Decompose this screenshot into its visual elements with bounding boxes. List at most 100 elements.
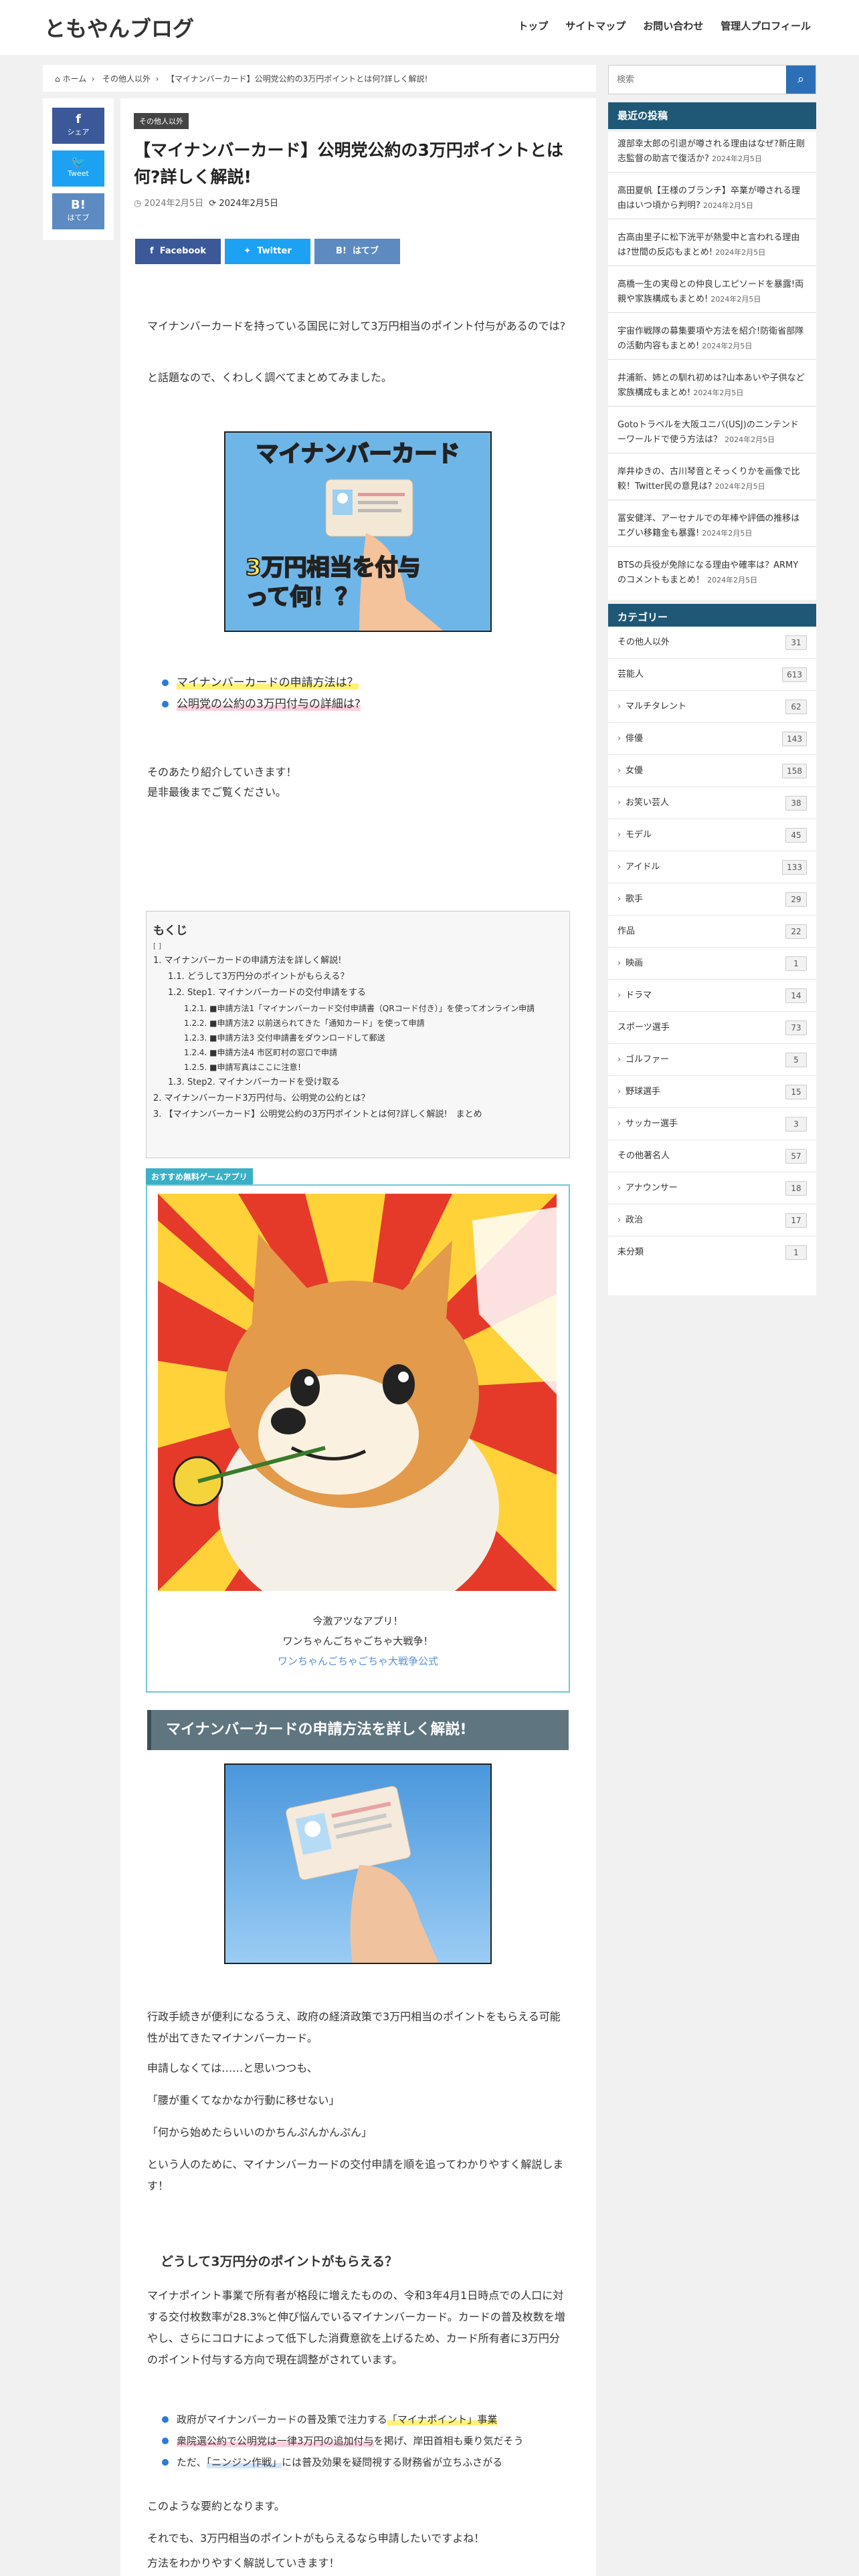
- category-label[interactable]: その他人以外: [134, 113, 189, 129]
- category-name: 未分類: [617, 1247, 644, 1257]
- category-item[interactable]: 政治 17: [608, 1204, 816, 1237]
- category-item[interactable]: 作品 22: [608, 916, 816, 948]
- site-title[interactable]: ともやんブログ: [44, 12, 194, 43]
- body-paragraph-2: 申請しなくては……と思いつつも、: [147, 2062, 318, 2074]
- facebook-button[interactable]: f Facebook: [135, 239, 221, 264]
- recent-post[interactable]: 岸井ゆきの、古川琴音とそっくりかを画像で比較！Twitter民の意見は? 202…: [608, 459, 816, 500]
- share-column: f シェア 🐦 Tweet B! はてブ: [43, 98, 114, 240]
- recent-post[interactable]: Gotoトラベルを大阪ユニバ(USJ)のニンテンドーワールドで使う方法は？ 20…: [608, 413, 816, 453]
- category-name: ドラマ: [626, 990, 652, 1000]
- toc-item[interactable]: 1.2.1. ■申請方法1「マイナンバーカード交付申請書（QRコード付き）」を使…: [153, 1001, 563, 1016]
- recent-post-date: 2024年2月5日: [702, 342, 753, 350]
- breadcrumb-home[interactable]: ホーム: [62, 74, 86, 84]
- recent-post-title: 岸井ゆきの、古川琴音とそっくりかを画像で比較！Twitter民の意見は?: [617, 467, 800, 492]
- category-item[interactable]: スポーツ選手 73: [608, 1012, 816, 1044]
- category-name: アイドル: [626, 862, 660, 872]
- toc-list: 1. マイナンバーカードの申請方法を詳しく解説! 1.1. どうして3万円分のポ…: [153, 953, 563, 1123]
- nav-top[interactable]: トップ: [518, 19, 548, 33]
- hatena-icon: B!: [71, 198, 86, 212]
- category-count: 38: [785, 796, 807, 811]
- recent-post[interactable]: 高橋一生の実母との仲良しエピソードを暴露!両親や家族構成もまとめ! 2024年2…: [608, 272, 816, 313]
- hatena-icon: B!: [336, 246, 353, 256]
- category-item[interactable]: 未分類 1: [608, 1237, 816, 1269]
- category-count: 14: [785, 988, 807, 1003]
- chevron-right-icon: ›: [88, 74, 100, 84]
- category-item[interactable]: サッカー選手 3: [608, 1108, 816, 1140]
- toc-item[interactable]: 2. マイナンバーカード3万円付与、公明党の公約とは？: [153, 1091, 563, 1107]
- share-label: シェア: [67, 128, 90, 136]
- recent-post[interactable]: 宇宙作戦隊の募集要項や方法を紹介!防衛省部隊の活動内容もまとめ! 2024年2月…: [608, 319, 816, 360]
- category-item[interactable]: 歌手 29: [608, 883, 816, 916]
- toc-item[interactable]: 1.2.3. ■申請方法3 交付申請書をダウンロードして郵送: [153, 1031, 563, 1045]
- category-item[interactable]: 野球選手 15: [608, 1076, 816, 1108]
- category-item[interactable]: お笑い芸人 38: [608, 787, 816, 819]
- nav-sitemap[interactable]: サイトマップ: [565, 19, 626, 33]
- list-highlight: 「ニンジン作戦」: [206, 2456, 282, 2468]
- body-paragraph-8: それでも、3万円相当のポイントがもらえるなら申請したいですよね！: [147, 2532, 485, 2545]
- intro-paragraph-1: マイナンバーカードを持っている国民に対して3万円相当のポイント付与があるのでは?: [147, 320, 566, 332]
- share-label: Tweet: [68, 169, 89, 178]
- search-icon: ⌕: [797, 72, 805, 86]
- breadcrumb: ⌂ ホーム › その他人以外 › 【マイナンバーカード】公明党公約の3万円ポイン…: [43, 65, 596, 92]
- subsection-heading: どうして3万円分のポイントがもらえる？: [161, 2254, 398, 2269]
- category-count: 133: [782, 860, 807, 875]
- nav-contact[interactable]: お問い合わせ: [643, 19, 703, 33]
- toc-item[interactable]: 1.2.4. ■申請方法4 市区町村の窓口で申請: [153, 1045, 563, 1060]
- recent-posts: 渡部幸太郎の引退が噂される理由はなぜ?新庄剛志監督の助言で復活か? 2024年2…: [608, 132, 816, 600]
- toc-item[interactable]: 1.2.2. ■申請方法2 以前送られてきた「通知カード」を使って申請: [153, 1016, 563, 1031]
- site-header: ともやんブログ トップ サイトマップ お問い合わせ 管理人プロフィール: [0, 0, 859, 55]
- share-label: はてブ: [67, 213, 90, 222]
- category-item[interactable]: モデル 45: [608, 819, 816, 851]
- category-name: その他著名人: [617, 1151, 670, 1161]
- twitter-button[interactable]: ✦ Twitter: [225, 239, 310, 264]
- updated-date: 2024年2月5日: [219, 199, 279, 209]
- recent-post[interactable]: 高田夏帆【王様のブランチ】卒業が噂される理由はいつ頃から判明? 2024年2月5…: [608, 179, 816, 219]
- toc-title: もくじ: [153, 924, 187, 938]
- recent-post[interactable]: 冨安健洋、アーセナルでの年棒や評価の推移はエグい移籍金も暴露! 2024年2月5…: [608, 506, 816, 547]
- toc-item[interactable]: 1. マイナンバーカードの申請方法を詳しく解説!: [153, 953, 563, 969]
- bullet-text: マイナンバーカードの申請方法は？: [177, 676, 359, 689]
- recent-post-title: 渡部幸太郎の引退が噂される理由はなぜ?新庄剛志監督の助言で復活か?: [617, 139, 805, 164]
- category-count: 1: [785, 1245, 807, 1260]
- hatena-button[interactable]: B! はてブ: [314, 239, 400, 264]
- category-item[interactable]: その他著名人 57: [608, 1140, 816, 1172]
- category-name: スポーツ選手: [617, 1023, 670, 1033]
- category-item[interactable]: マルチタレント 62: [608, 691, 816, 723]
- game-ad-image[interactable]: [158, 1194, 557, 1591]
- hatena-share-button[interactable]: B! はてブ: [52, 193, 104, 229]
- game-ad-line-2: ワンちゃんごちゃごちゃ大戦争！: [282, 1635, 434, 1647]
- twitter-share-button[interactable]: 🐦 Tweet: [52, 150, 104, 187]
- search-input[interactable]: [609, 66, 786, 94]
- toc-item[interactable]: 1.1. どうして3万円分のポイントがもらえる？: [153, 969, 563, 985]
- category-item[interactable]: 女優 158: [608, 755, 816, 787]
- bullet-list: マイナンバーカードの申請方法は？ 公明党の公約の3万円付与の詳細は?: [162, 672, 563, 715]
- recent-post[interactable]: BTSの兵役が免除になる理由や確率は？ARMYのコメントもまとめ！ 2024年2…: [608, 553, 816, 593]
- facebook-share-button[interactable]: f シェア: [52, 108, 104, 144]
- recent-post-title: 古高由里子に松下洸平が熱愛中と言われる理由は?世間の反応もまとめ!: [617, 233, 800, 257]
- category-item[interactable]: 俳優 143: [608, 723, 816, 755]
- category-name: マルチタレント: [626, 702, 687, 712]
- category-count: 57: [785, 1149, 807, 1164]
- recent-post[interactable]: 渡部幸太郎の引退が噂される理由はなぜ?新庄剛志監督の助言で復活か? 2024年2…: [608, 132, 816, 173]
- category-item[interactable]: ドラマ 14: [608, 980, 816, 1012]
- toc-toggle[interactable]: [ ]: [153, 942, 563, 950]
- search-button[interactable]: ⌕: [786, 66, 816, 94]
- global-nav: トップ サイトマップ お問い合わせ 管理人プロフィール: [518, 19, 811, 33]
- toc-item[interactable]: 1.3. Step2. マイナンバーカードを受け取る: [153, 1075, 563, 1091]
- category-item[interactable]: その他人以外 31: [608, 627, 816, 659]
- category-item[interactable]: 映画 1: [608, 948, 816, 980]
- category-item[interactable]: アイドル 133: [608, 851, 816, 883]
- nav-profile[interactable]: 管理人プロフィール: [721, 19, 811, 33]
- category-count: 1: [785, 956, 807, 971]
- category-item[interactable]: アナウンサー 18: [608, 1172, 816, 1204]
- toc-item[interactable]: 3. 【マイナンバーカード】公明党公約の3万円ポイントとは何?詳しく解説! まと…: [153, 1107, 563, 1123]
- category-item[interactable]: 芸能人 613: [608, 659, 816, 691]
- breadcrumb-category[interactable]: その他人以外: [102, 74, 151, 84]
- recent-post[interactable]: 古高由里子に松下洸平が熱愛中と言われる理由は?世間の反応もまとめ! 2024年2…: [608, 225, 816, 266]
- category-item[interactable]: ゴルファー 5: [608, 1044, 816, 1076]
- toc-item[interactable]: 1.2. Step1. マイナンバーカードの交付申請をする: [153, 985, 563, 1001]
- recent-post[interactable]: 井浦新、姉との馴れ初めは?山本あいや子供など家族構成もまとめ! 2024年2月5…: [608, 366, 816, 407]
- toc-item[interactable]: 1.2.5. ■申請写真はここに注意！: [153, 1060, 563, 1075]
- recent-posts-heading: 最近の投稿: [608, 102, 816, 129]
- game-ad-link[interactable]: ワンちゃんごちゃごちゃ大戦争公式: [147, 1654, 569, 1668]
